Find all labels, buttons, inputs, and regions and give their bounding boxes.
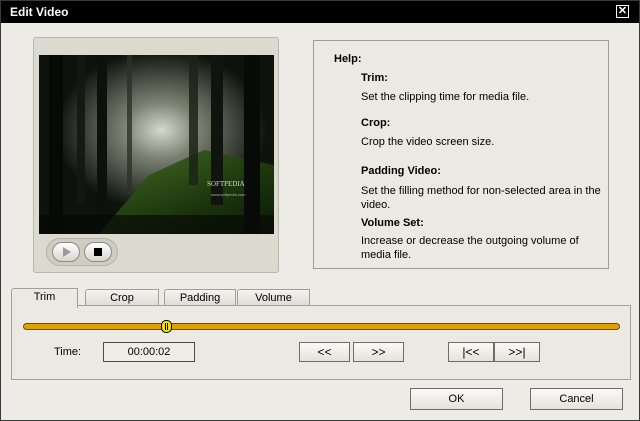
time-field[interactable]: 00:00:02 [103, 342, 195, 362]
help-panel: Help: Trim: Set the clipping time for me… [313, 40, 609, 269]
help-crop-title: Crop: [361, 117, 391, 129]
timeline-slider-thumb[interactable] [161, 320, 172, 333]
help-crop-text: Crop the video screen size. [361, 136, 495, 148]
cancel-button[interactable]: Cancel [530, 388, 623, 410]
ok-button[interactable]: OK [410, 388, 503, 410]
help-trim-title: Trim: [361, 72, 388, 84]
help-volume-text: Increase or decrease the outgoing volume… [361, 235, 579, 261]
tab-trim[interactable]: Trim [11, 288, 78, 308]
close-icon[interactable]: ✕ [616, 5, 629, 18]
grip-icon [165, 323, 168, 330]
play-button[interactable] [52, 242, 80, 262]
help-heading: Help: [334, 53, 362, 65]
forest-video-frame: SOFTPEDIA www.softpedia.com [39, 55, 274, 234]
window-title: Edit Video [10, 5, 69, 19]
time-label: Time: [54, 346, 82, 358]
help-padding-title: Padding Video: [361, 165, 441, 177]
mark-start-button[interactable]: |<< [448, 342, 494, 362]
help-volume-title: Volume Set: [361, 217, 424, 229]
watermark-url: www.softpedia.com [211, 192, 246, 197]
playback-controls [46, 238, 118, 266]
rewind-button[interactable]: << [299, 342, 350, 362]
forward-button[interactable]: >> [353, 342, 404, 362]
help-trim-text: Set the clipping time for media file. [361, 91, 530, 103]
video-preview: SOFTPEDIA www.softpedia.com [39, 55, 274, 234]
mark-end-button[interactable]: >>| [494, 342, 540, 362]
title-bar[interactable]: Edit Video ✕ [1, 1, 639, 23]
timeline-slider[interactable] [23, 323, 620, 330]
stop-icon [94, 248, 102, 256]
play-icon [63, 247, 71, 257]
video-player: SOFTPEDIA www.softpedia.com [33, 37, 279, 273]
stop-button[interactable] [84, 242, 112, 262]
edit-video-dialog: Edit Video ✕ SOFTPEDIA www.softpedia.com… [0, 0, 640, 421]
help-padding-text: Set the filling method for non-selected … [361, 185, 601, 211]
watermark-brand: SOFTPEDIA [207, 180, 245, 188]
